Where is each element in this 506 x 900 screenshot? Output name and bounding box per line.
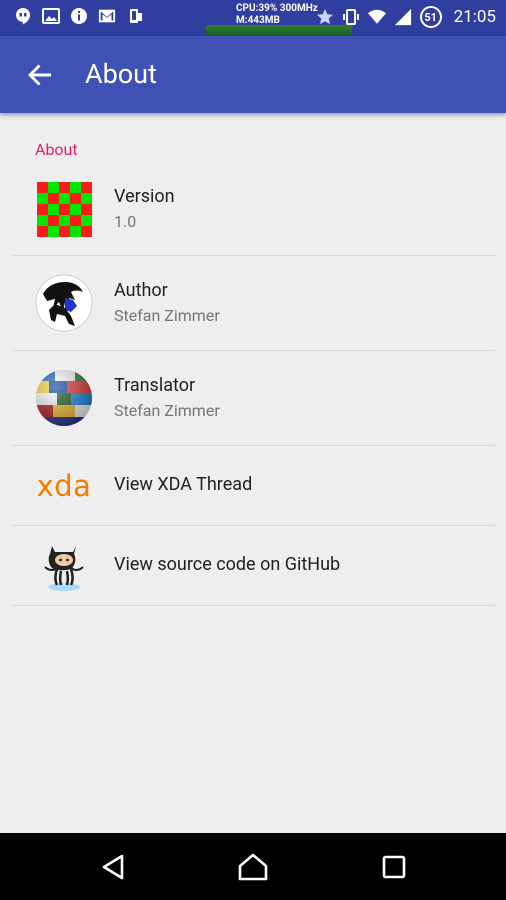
home-icon	[238, 853, 268, 881]
page-title: About	[85, 58, 157, 90]
nav-recents-button[interactable]	[374, 847, 414, 887]
xda-logo: xda	[35, 457, 93, 515]
gmail-icon	[98, 7, 116, 25]
app-bar: About	[0, 36, 506, 113]
star-icon	[316, 8, 334, 26]
clock: 21:05	[453, 7, 496, 27]
back-button[interactable]	[22, 57, 58, 93]
version-value: 1.0	[114, 212, 137, 231]
list-item-version[interactable]: Version 1.0	[0, 163, 506, 256]
square-recents-icon	[382, 855, 406, 879]
translator-title: Translator	[114, 375, 196, 396]
info-icon	[70, 7, 88, 25]
status-bar: CPU:39% 300MHz M:443MB 51 21:05	[0, 0, 506, 36]
divider	[13, 605, 495, 606]
github-title: View source code on GitHub	[114, 554, 341, 575]
author-name: Stefan Zimmer	[114, 306, 220, 325]
wifi-icon	[367, 8, 386, 26]
vibrate-icon	[342, 8, 360, 26]
cpu-usage-text: CPU:39% 300MHz	[236, 3, 318, 14]
about-list: Version 1.0 Author Stefan Zimmer Transla…	[0, 163, 506, 606]
nav-back-button[interactable]	[93, 847, 133, 887]
translator-name: Stefan Zimmer	[114, 401, 220, 420]
author-title: Author	[114, 280, 168, 301]
arrow-left-icon	[28, 64, 51, 86]
list-item-translator[interactable]: Translator Stefan Zimmer	[0, 351, 506, 446]
system-status-icons: 51 21:05	[316, 6, 496, 28]
author-avatar	[35, 274, 93, 332]
memory-usage-text: M:443MB	[236, 15, 280, 26]
list-item-github[interactable]: View source code on GitHub	[0, 526, 506, 606]
list-item-author[interactable]: Author Stefan Zimmer	[0, 256, 506, 351]
github-octocat-icon	[35, 537, 93, 595]
version-title: Version	[114, 186, 175, 207]
checkerboard-icon	[35, 180, 93, 238]
hangouts-icon	[14, 7, 32, 25]
nav-home-button[interactable]	[233, 847, 273, 887]
notification-count-badge: 51	[419, 6, 442, 28]
xda-thread-title: View XDA Thread	[114, 474, 253, 495]
flags-globe-icon	[35, 369, 93, 427]
triangle-back-icon	[102, 854, 124, 880]
xda-logo-text: xda	[36, 469, 92, 503]
navigation-bar	[0, 833, 506, 900]
list-item-xda-thread[interactable]: xda View XDA Thread	[0, 446, 506, 526]
android-icon	[126, 7, 144, 25]
signal-icon	[394, 8, 412, 26]
notification-icons	[14, 7, 144, 25]
section-header: About	[35, 140, 78, 159]
gallery-icon	[42, 7, 60, 25]
